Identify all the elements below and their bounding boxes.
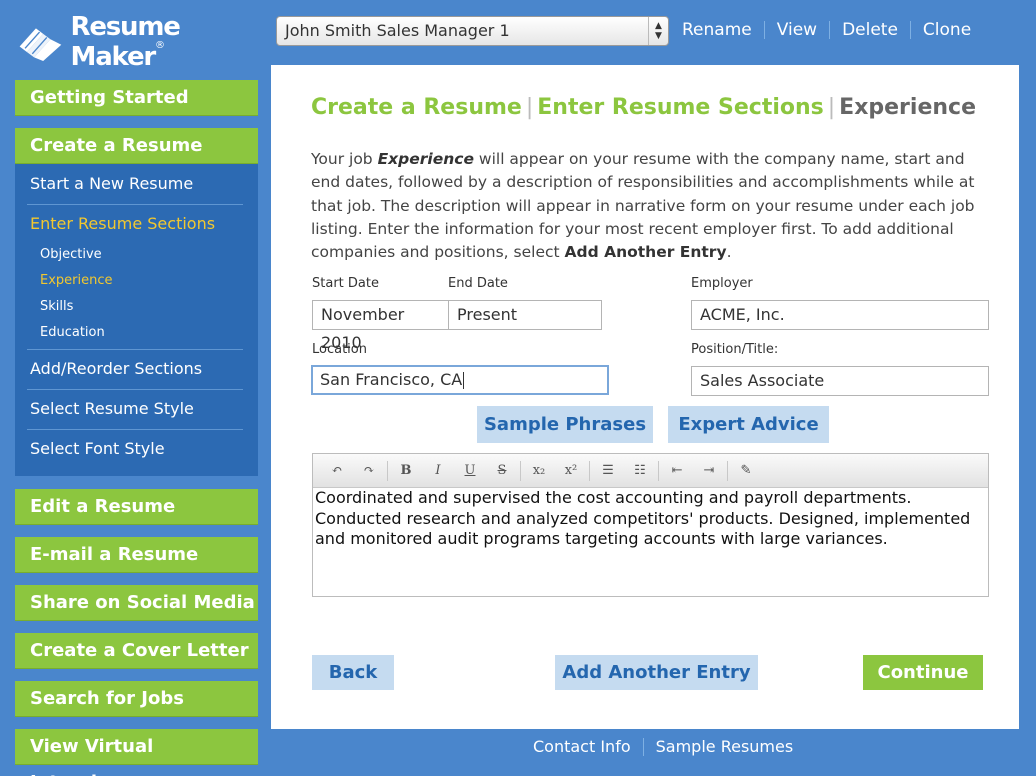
- expert-advice-button[interactable]: Expert Advice: [668, 406, 829, 443]
- location-label: Location: [312, 342, 367, 357]
- text-caret: [463, 372, 465, 389]
- resume-select-value: John Smith Sales Manager 1: [285, 21, 510, 40]
- create-resume-subnav: Start a New Resume Enter Resume Sections…: [15, 164, 258, 476]
- start-date-label: Start Date: [312, 276, 379, 291]
- outdent-icon[interactable]: ⇤: [666, 460, 688, 482]
- continue-button[interactable]: Continue: [863, 655, 983, 690]
- create-resume-button[interactable]: Create a Resume: [15, 128, 258, 164]
- resume-actions: Rename View Delete Clone: [670, 19, 983, 41]
- breadcrumb-current: Experience: [839, 95, 976, 120]
- underline-icon[interactable]: U: [459, 460, 481, 482]
- nav-skills[interactable]: Skills: [15, 294, 258, 320]
- nav-experience[interactable]: Experience: [15, 268, 258, 294]
- divider: [727, 460, 728, 481]
- section-subnav: Objective Experience Skills Education: [15, 242, 258, 350]
- editor-toolbar: ↶ ↷ B I U S x₂ x² ☰ ☷ ⇤ ⇥ ✎: [313, 454, 988, 488]
- nav-enter-resume-sections[interactable]: Enter Resume Sections: [15, 206, 258, 242]
- divider: [520, 460, 521, 481]
- intro-text: Your job Experience will appear on your …: [311, 150, 975, 262]
- clone-link[interactable]: Clone: [911, 19, 983, 41]
- app-logo: Resume Maker®: [16, 12, 261, 72]
- employer-label: Employer: [691, 276, 753, 291]
- virtual-interviews-button[interactable]: View Virtual Interviews: [15, 729, 258, 776]
- footer-links: Contact Info Sample Resumes: [533, 736, 793, 758]
- location-field[interactable]: San Francisco, CA: [311, 365, 609, 395]
- sample-resumes-link[interactable]: Sample Resumes: [656, 736, 794, 758]
- search-jobs-button[interactable]: Search for Jobs: [15, 681, 258, 717]
- nav-select-resume-style[interactable]: Select Resume Style: [15, 390, 258, 430]
- select-arrows-icon: ▲ ▼: [648, 17, 668, 45]
- numbered-list-icon[interactable]: ☰: [597, 460, 619, 482]
- nav-education[interactable]: Education: [15, 320, 258, 346]
- undo-icon[interactable]: ↶: [326, 460, 348, 482]
- back-button[interactable]: Back: [312, 655, 394, 690]
- superscript-icon[interactable]: x²: [560, 460, 582, 482]
- rename-link[interactable]: Rename: [670, 19, 764, 41]
- clear-format-icon[interactable]: ✎: [735, 460, 757, 482]
- divider: [642, 738, 644, 756]
- cover-letter-button[interactable]: Create a Cover Letter: [15, 633, 258, 669]
- end-date-label: End Date: [448, 276, 508, 291]
- sample-phrases-button[interactable]: Sample Phrases: [477, 406, 653, 443]
- edit-resume-button[interactable]: Edit a Resume: [15, 489, 258, 525]
- email-resume-button[interactable]: E-mail a Resume: [15, 537, 258, 573]
- resume-maker-logo-icon: [19, 28, 62, 62]
- breadcrumb: Create a Resume | Enter Resume Sections | Ex…: [311, 95, 976, 120]
- description-editor: ↶ ↷ B I U S x₂ x² ☰ ☷ ⇤ ⇥ ✎ Coordinated …: [312, 453, 989, 597]
- delete-link[interactable]: Delete: [830, 19, 910, 41]
- contact-info-link[interactable]: Contact Info: [533, 736, 631, 758]
- nav-select-font-style[interactable]: Select Font Style: [15, 430, 258, 470]
- start-date-field[interactable]: November 2010: [312, 300, 450, 352]
- share-social-button[interactable]: Share on Social Media: [15, 585, 258, 621]
- add-another-entry-button[interactable]: Add Another Entry: [555, 655, 758, 690]
- resume-select[interactable]: John Smith Sales Manager 1 ▲ ▼: [276, 16, 669, 46]
- subscript-icon[interactable]: x₂: [528, 460, 550, 482]
- bold-icon[interactable]: B: [395, 460, 417, 482]
- position-field[interactable]: Sales Associate: [691, 366, 989, 396]
- breadcrumb-enter-sections[interactable]: Enter Resume Sections: [537, 95, 824, 120]
- strikethrough-icon[interactable]: S: [491, 460, 513, 482]
- view-link[interactable]: View: [765, 19, 829, 41]
- divider: [387, 460, 388, 481]
- breadcrumb-create-resume[interactable]: Create a Resume: [311, 95, 522, 120]
- end-date-field[interactable]: Present: [448, 300, 602, 330]
- nav-add-reorder-sections[interactable]: Add/Reorder Sections: [15, 350, 258, 390]
- getting-started-button[interactable]: Getting Started: [15, 80, 258, 116]
- divider: [658, 460, 659, 481]
- indent-icon[interactable]: ⇥: [698, 460, 720, 482]
- nav-objective[interactable]: Objective: [15, 242, 258, 268]
- sidebar: Getting Started Create a Resume Start a …: [15, 80, 258, 776]
- nav-start-new-resume[interactable]: Start a New Resume: [15, 168, 258, 205]
- main-panel: Create a Resume | Enter Resume Sections | Ex…: [271, 65, 1019, 729]
- position-label: Position/Title:: [691, 342, 779, 357]
- employer-field[interactable]: ACME, Inc.: [691, 300, 989, 330]
- description-textarea[interactable]: Coordinated and supervised the cost acco…: [313, 488, 988, 550]
- bullet-list-icon[interactable]: ☷: [629, 460, 651, 482]
- italic-icon[interactable]: I: [427, 460, 449, 482]
- divider: [589, 460, 590, 481]
- logo-text: Resume Maker®: [70, 12, 181, 72]
- redo-icon[interactable]: ↷: [358, 460, 380, 482]
